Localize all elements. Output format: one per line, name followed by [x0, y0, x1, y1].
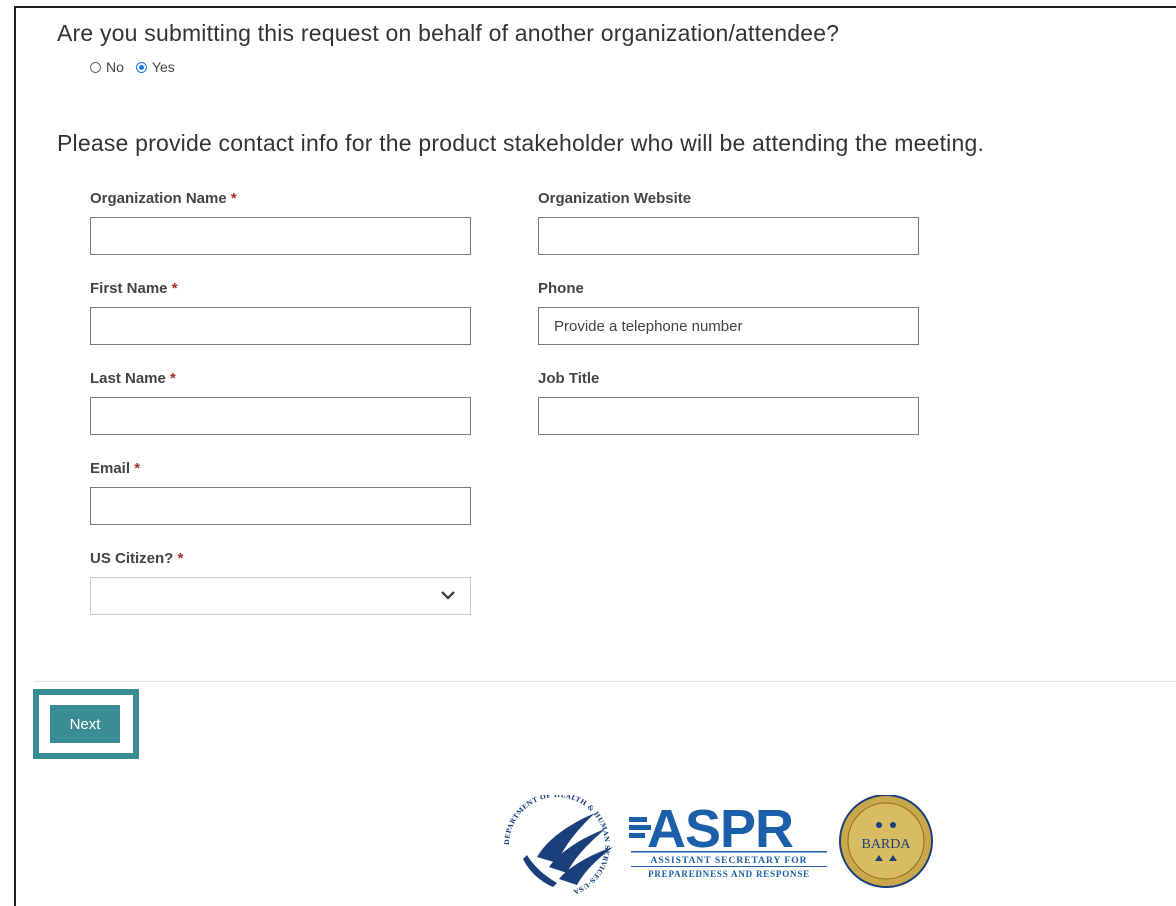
org-website-input[interactable] [538, 217, 919, 255]
phone-input[interactable] [538, 307, 919, 345]
job-title-field: Job Title [538, 369, 919, 435]
radio-no-label: No [106, 59, 124, 75]
us-citizen-select[interactable] [90, 577, 471, 615]
required-marker: * [134, 460, 141, 477]
first-name-field: First Name * [90, 279, 471, 345]
us-citizen-label: US Citizen? * [90, 550, 184, 567]
org-website-label: Organization Website [538, 190, 692, 207]
next-button[interactable]: Next [50, 705, 120, 743]
first-name-input[interactable] [90, 307, 471, 345]
job-title-input[interactable] [538, 397, 919, 435]
radio-yes-label: Yes [151, 59, 175, 75]
last-name-field: Last Name * [90, 369, 471, 435]
form-divider [34, 681, 1176, 682]
aspr-logo-icon: ASPR ASSISTANT SECRETARY FOR PREPAREDNES… [629, 799, 827, 879]
aspr-wordmark: ASPR [647, 799, 793, 859]
email-field: Email * [90, 459, 471, 525]
phone-label: Phone [538, 280, 584, 297]
contact-intro: Please provide contact info for the prod… [57, 130, 985, 156]
behalf-question: Are you submitting this request on behal… [57, 20, 840, 46]
barda-seal-icon: BARDA [839, 795, 933, 888]
org-name-field: Organization Name * [90, 189, 471, 255]
job-title-label: Job Title [538, 370, 600, 387]
aspr-line2: PREPAREDNESS AND RESPONSE [648, 869, 810, 879]
email-input[interactable] [90, 487, 471, 525]
barda-wordmark: BARDA [861, 837, 911, 852]
radio-yes-circle[interactable] [135, 61, 147, 73]
org-website-field: Organization Website [538, 189, 919, 255]
required-marker: * [177, 550, 184, 567]
phone-field: Phone [538, 279, 919, 345]
hhs-seal-icon: DEPARTMENT OF HEALTH & HUMAN SERVICES·US… [503, 795, 613, 895]
footer-logos: DEPARTMENT OF HEALTH & HUMAN SERVICES·US… [503, 795, 933, 895]
required-marker: * [170, 370, 176, 387]
radio-no-circle[interactable] [90, 61, 101, 73]
chevron-down-icon [441, 591, 455, 600]
radio-yes[interactable]: Yes [135, 59, 175, 75]
org-name-input[interactable] [90, 217, 471, 255]
radio-no[interactable]: No [90, 59, 124, 75]
us-citizen-field: US Citizen? * [90, 549, 471, 615]
behalf-radio-group: No Yes [90, 59, 187, 75]
required-marker: * [230, 190, 237, 207]
aspr-line1: ASSISTANT SECRETARY FOR [651, 856, 808, 866]
last-name-label: Last Name * [90, 370, 176, 387]
org-name-label: Organization Name * [90, 190, 237, 207]
email-label: Email * [90, 460, 141, 477]
first-name-label: First Name * [90, 280, 178, 297]
last-name-input[interactable] [90, 397, 471, 435]
required-marker: * [171, 280, 178, 297]
